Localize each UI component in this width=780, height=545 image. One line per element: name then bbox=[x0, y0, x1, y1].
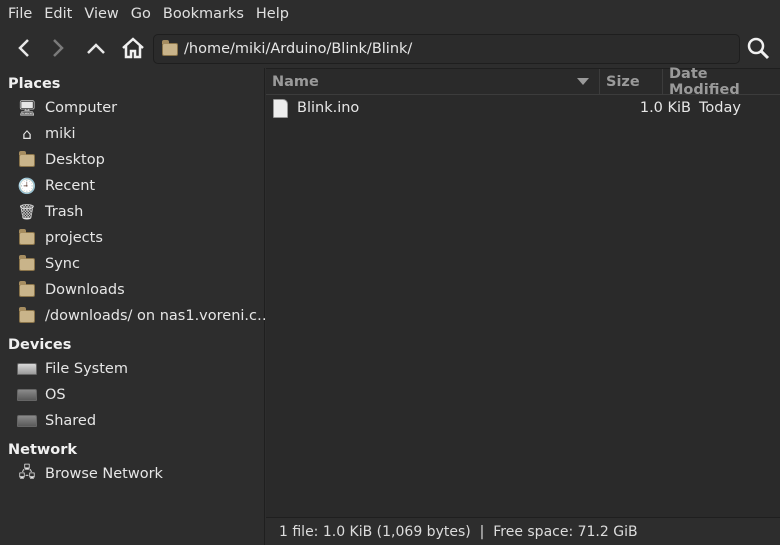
sidebar-item-desktop[interactable]: Desktop bbox=[0, 147, 264, 173]
file-row[interactable]: Blink.ino 1.0 KiB Today bbox=[266, 95, 780, 121]
status-bar: 1 file: 1.0 KiB (1,069 bytes) | Free spa… bbox=[266, 517, 780, 545]
home-icon: ⌂ bbox=[22, 125, 32, 143]
clock-icon: 🕘 bbox=[17, 177, 37, 195]
chevron-left-icon bbox=[18, 39, 29, 57]
toolbar: /home/miki/Arduino/Blink/Blink/ bbox=[0, 28, 780, 68]
column-name[interactable]: Name bbox=[266, 69, 600, 94]
sidebar-item-projects[interactable]: projects bbox=[0, 225, 264, 251]
home-icon bbox=[122, 37, 144, 59]
menu-bar: File Edit View Go Bookmarks Help bbox=[0, 0, 780, 28]
location-path: /home/miki/Arduino/Blink/Blink/ bbox=[184, 41, 413, 57]
sidebar-item-shared[interactable]: Shared bbox=[0, 408, 264, 434]
network-icon: 🖧 bbox=[18, 462, 36, 481]
search-button[interactable] bbox=[743, 33, 773, 63]
sidebar-item-recent[interactable]: 🕘 Recent bbox=[0, 173, 264, 199]
drive-icon bbox=[17, 412, 37, 430]
sidebar-item-sync[interactable]: Sync bbox=[0, 251, 264, 277]
menu-go[interactable]: Go bbox=[125, 6, 157, 22]
sort-down-icon bbox=[577, 77, 589, 85]
drive-icon bbox=[17, 360, 37, 378]
sidebar-item-browse-network[interactable]: 🖧 Browse Network bbox=[0, 461, 264, 487]
menu-help[interactable]: Help bbox=[250, 6, 295, 22]
sidebar-item-filesystem[interactable]: File System bbox=[0, 356, 264, 382]
downloads-folder-icon bbox=[17, 280, 37, 299]
computer-icon: 🖥 bbox=[17, 99, 37, 117]
menu-edit[interactable]: Edit bbox=[38, 6, 78, 22]
forward-button[interactable] bbox=[43, 33, 73, 63]
location-bar[interactable]: /home/miki/Arduino/Blink/Blink/ bbox=[153, 34, 740, 64]
text-file-icon bbox=[273, 98, 288, 118]
file-name: Blink.ino bbox=[297, 100, 360, 116]
sidebar-item-home[interactable]: ⌂ miki bbox=[0, 121, 264, 147]
devices-heading: Devices bbox=[8, 337, 72, 353]
up-button[interactable] bbox=[81, 33, 111, 63]
sidebar-item-trash[interactable]: 🗑 Trash bbox=[0, 199, 264, 225]
folder-icon bbox=[162, 39, 178, 56]
network-heading: Network bbox=[8, 442, 78, 458]
home-button[interactable] bbox=[118, 33, 148, 63]
menu-bookmarks[interactable]: Bookmarks bbox=[157, 6, 250, 22]
file-list: Name Size Date Modified Blink.ino 1.0 Ki… bbox=[266, 66, 780, 517]
folder-icon bbox=[17, 228, 37, 247]
chevron-up-icon bbox=[87, 43, 105, 54]
back-button[interactable] bbox=[9, 33, 39, 63]
sidebar-item-computer[interactable]: 🖥 Computer bbox=[0, 95, 264, 121]
column-date[interactable]: Date Modified bbox=[663, 66, 780, 98]
column-header: Name Size Date Modified bbox=[266, 66, 780, 98]
folder-icon bbox=[17, 254, 37, 273]
desktop-folder-icon bbox=[17, 150, 37, 169]
drive-icon bbox=[17, 386, 37, 404]
sidebar-item-network-share[interactable]: /downloads/ on nas1.voreni.c… bbox=[0, 303, 272, 329]
sidebar-item-os[interactable]: OS bbox=[0, 382, 264, 408]
places-heading: Places bbox=[8, 76, 61, 92]
sidebar: Places 🖥 Computer ⌂ miki Desktop 🕘 Recent 🗑… bbox=[0, 68, 272, 545]
trash-icon: 🗑 bbox=[17, 203, 37, 221]
chevron-right-icon bbox=[53, 39, 64, 57]
search-icon bbox=[747, 37, 770, 60]
file-size: 1.0 KiB bbox=[639, 100, 691, 116]
status-text: 1 file: 1.0 KiB (1,069 bytes) | Free spa… bbox=[279, 523, 638, 540]
menu-view[interactable]: View bbox=[78, 6, 124, 22]
network-folder-icon bbox=[17, 306, 37, 325]
column-size[interactable]: Size bbox=[600, 69, 663, 94]
sidebar-item-downloads[interactable]: Downloads bbox=[0, 277, 264, 303]
file-date: Today bbox=[699, 100, 741, 116]
menu-file[interactable]: File bbox=[2, 6, 38, 22]
